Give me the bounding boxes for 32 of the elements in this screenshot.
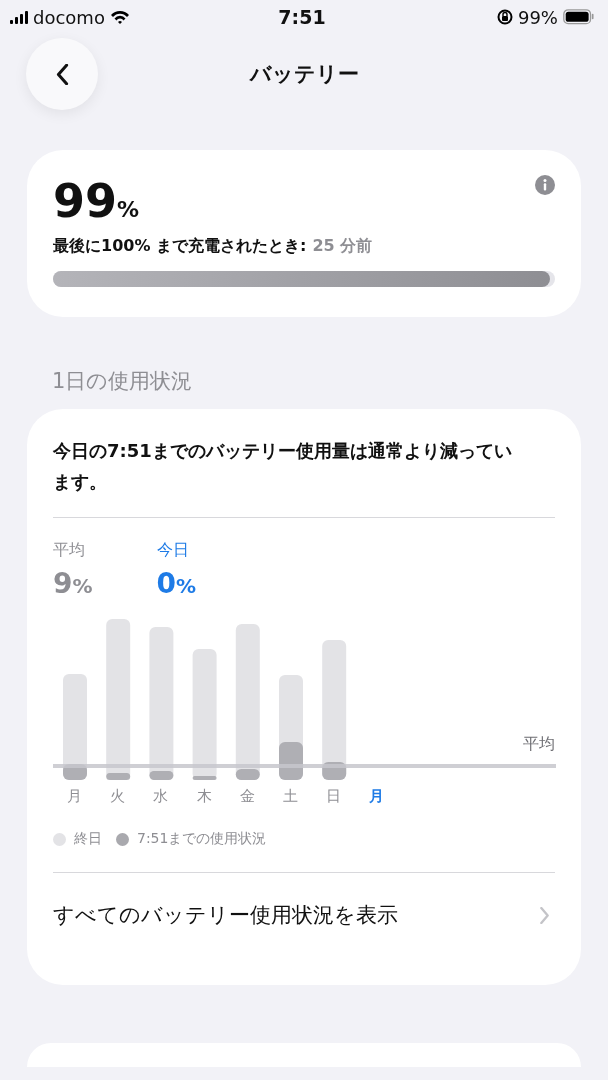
carrier-name: docomo	[33, 6, 105, 28]
battery-percentage: 99%	[53, 174, 140, 228]
page-title: バッテリー	[249, 61, 359, 88]
stat-value: 0%	[156, 567, 197, 600]
stat-label: 今日	[156, 540, 190, 561]
rotation-lock-icon	[496, 9, 513, 25]
last-charged-time: 25 分前	[312, 236, 373, 257]
chevron-right-icon	[540, 906, 549, 924]
day-label: 土	[282, 787, 299, 806]
day-label: 月	[67, 787, 83, 806]
stat-label: 平均	[53, 540, 86, 561]
day-label: 水	[153, 787, 170, 806]
show-all-usage-link[interactable]: すべてのバッテリー使用状況を表示	[53, 873, 555, 957]
back-chevron-icon	[55, 63, 69, 85]
day-label: 月	[369, 787, 386, 806]
battery-percent: 99%	[517, 6, 558, 28]
signal-icon	[10, 10, 28, 24]
battery-icon	[563, 9, 594, 25]
average-line-label: 平均	[523, 734, 555, 755]
info-icon	[535, 175, 555, 195]
last-charged-label: 最後に100% まで充電されたとき:	[53, 236, 307, 257]
day-label: 火	[110, 787, 127, 806]
wifi-icon	[109, 10, 130, 24]
day-label: 金	[239, 787, 256, 806]
day-label: 日	[326, 787, 343, 806]
status-time: 7:51	[278, 6, 326, 28]
day-label: 木	[196, 787, 213, 806]
section-title: 1日の使用状況	[51, 368, 194, 395]
legend-label: 終日	[74, 830, 102, 848]
usage-summary: 今日の7:51までのバッテリー使用量は通常より減っています。	[53, 439, 513, 494]
stat-value: 9%	[53, 567, 93, 600]
legend-label: 7:51までの使用状況	[137, 830, 267, 848]
